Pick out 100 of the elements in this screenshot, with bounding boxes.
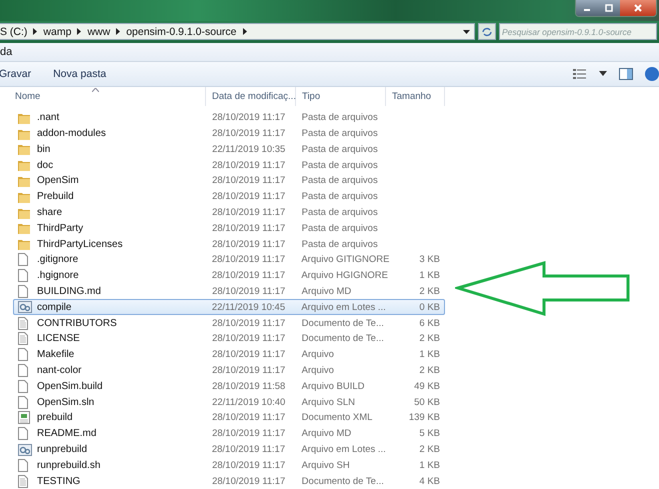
file-name[interactable]: OpenSim.build — [37, 380, 103, 392]
column-header[interactable]: Tipo — [302, 90, 320, 102]
type-cell: Arquivo BUILD — [302, 380, 365, 392]
size-cell: 6 KB — [419, 318, 440, 329]
xml-file-icon — [18, 411, 32, 424]
date-cell: 28/10/2019 11:17 — [212, 412, 286, 424]
dropdown-caret-icon[interactable] — [463, 30, 470, 34]
folder-icon — [18, 143, 32, 156]
minimize-button[interactable] — [576, 0, 598, 16]
folder-icon — [18, 190, 32, 203]
file-name[interactable]: doc — [37, 160, 54, 171]
breadcrumb[interactable]: www — [87, 26, 110, 38]
file-name[interactable]: TESTING — [37, 476, 80, 487]
date-cell: 28/10/2019 11:17 — [212, 175, 286, 186]
size-cell: 2 KB — [419, 444, 440, 456]
breadcrumb[interactable]: opensim-0.9.1.0-source — [126, 26, 236, 38]
file-name[interactable]: prebuild — [37, 412, 73, 424]
type-cell: Documento de Te... — [302, 476, 384, 487]
file-name[interactable]: bin — [37, 144, 50, 155]
date-cell: 28/10/2019 11:17 — [212, 128, 286, 140]
file-name[interactable]: README.md — [37, 428, 96, 440]
date-cell: 28/10/2019 11:58 — [212, 380, 286, 392]
folder-icon — [18, 222, 32, 234]
type-cell: Pasta de arquivos — [302, 222, 378, 234]
type-cell: Arquivo HGIGNORE — [301, 270, 388, 282]
type-cell: Arquivo GITIGNORE — [301, 254, 390, 266]
chevron-icon[interactable] — [242, 28, 246, 36]
file-name[interactable]: ThirdParty — [37, 222, 84, 234]
file-name[interactable]: Prebuild — [37, 191, 74, 202]
file-name[interactable]: .nant — [37, 112, 60, 124]
type-cell: Documento XML — [302, 412, 372, 424]
menu-item[interactable]: da — [0, 46, 12, 58]
preview-pane-icon[interactable] — [619, 68, 633, 80]
type-cell: Pasta de arquivos — [302, 128, 378, 140]
caret-icon[interactable] — [599, 71, 607, 76]
file-name[interactable]: share — [37, 207, 62, 218]
date-cell: 28/10/2019 11:17 — [212, 112, 286, 124]
search-field[interactable]: Pesquisar opensim-0.9.1.0-source — [499, 23, 657, 40]
file-name[interactable]: addon-modules — [37, 128, 106, 140]
date-cell: 22/11/2019 10:45 — [212, 302, 286, 313]
file-name[interactable]: nant-color — [37, 365, 82, 376]
file-name[interactable]: OpenSim.sln — [37, 396, 94, 408]
type-cell: Documento de Te... — [302, 333, 384, 344]
refresh-icon — [481, 26, 493, 37]
maximize-icon — [604, 3, 614, 13]
file-name[interactable]: CONTRIBUTORS — [37, 318, 117, 329]
type-cell: Pasta de arquivos — [302, 207, 378, 218]
file-name[interactable]: runprebuild.sh — [37, 460, 100, 471]
breadcrumb[interactable]: S (C:) — [0, 26, 28, 38]
size-cell: 50 KB — [414, 396, 440, 408]
type-cell: Pasta de arquivos — [302, 238, 378, 250]
size-cell: 3 KB — [419, 254, 440, 266]
date-cell: 28/10/2019 11:17 — [212, 254, 286, 266]
file-name[interactable]: Makefile — [37, 349, 74, 360]
file-name[interactable]: runprebuild — [37, 444, 88, 456]
type-cell: Pasta de arquivos — [302, 191, 378, 202]
breadcrumb[interactable]: wamp — [43, 26, 72, 38]
file-name[interactable]: .hgignore — [37, 270, 79, 282]
file-name[interactable]: OpenSim — [37, 175, 79, 186]
type-cell: Arquivo MD — [302, 428, 352, 440]
file-name[interactable]: BUILDING.md — [37, 286, 101, 298]
date-cell: 28/10/2019 11:17 — [212, 286, 286, 298]
date-cell: 28/10/2019 11:17 — [212, 238, 286, 250]
date-cell: 22/11/2019 10:35 — [212, 144, 286, 155]
address-bar[interactable]: S (C:) wamp www opensim-0.9.1.0-source — [0, 23, 475, 40]
folder-icon — [18, 128, 32, 140]
type-cell: Documento de Te... — [302, 318, 384, 329]
file-name[interactable]: compile — [37, 302, 72, 313]
type-cell: Pasta de arquivos — [302, 112, 378, 124]
type-cell: Pasta de arquivos — [302, 175, 378, 186]
file-name[interactable]: ThirdPartyLicenses — [37, 238, 123, 250]
date-cell: 22/11/2019 10:40 — [212, 396, 286, 408]
chevron-icon[interactable] — [77, 28, 82, 36]
toolbar-button[interactable]: Nova pasta — [49, 66, 110, 82]
refresh-button[interactable] — [478, 23, 496, 40]
chevron-icon[interactable] — [33, 28, 38, 36]
file-name[interactable]: .gitignore — [37, 254, 78, 266]
size-cell: 49 KB — [414, 380, 440, 392]
close-button[interactable] — [620, 0, 656, 16]
column-header[interactable]: Nome — [15, 90, 40, 102]
size-cell: 1 KB — [419, 460, 440, 471]
folder-icon — [18, 112, 32, 124]
maximize-button[interactable] — [598, 0, 620, 16]
size-cell: 1 KB — [419, 349, 440, 360]
size-cell: 139 KB — [408, 412, 440, 424]
chevron-icon[interactable] — [116, 28, 120, 36]
selected-row[interactable]: compile 22/11/2019 10:45 Arquivo em Lotes ... 0 KB — [13, 299, 445, 316]
date-cell: 28/10/2019 11:17 — [212, 349, 286, 360]
date-cell: 28/10/2019 11:17 — [212, 318, 286, 329]
date-cell: 28/10/2019 11:17 — [212, 476, 286, 487]
column-header[interactable]: Tamanho — [392, 90, 432, 102]
file-name[interactable]: LICENSE — [37, 333, 80, 344]
column-header[interactable]: Data de modificaç... — [212, 90, 296, 102]
type-cell: Arquivo — [302, 349, 334, 360]
date-cell: 28/10/2019 11:17 — [212, 428, 286, 440]
date-cell: 28/10/2019 11:17 — [212, 222, 286, 234]
sort-indicator-icon — [92, 88, 99, 92]
gears-icon — [18, 301, 32, 314]
view-options-icon[interactable] — [573, 68, 587, 79]
help-icon[interactable] — [645, 66, 659, 81]
